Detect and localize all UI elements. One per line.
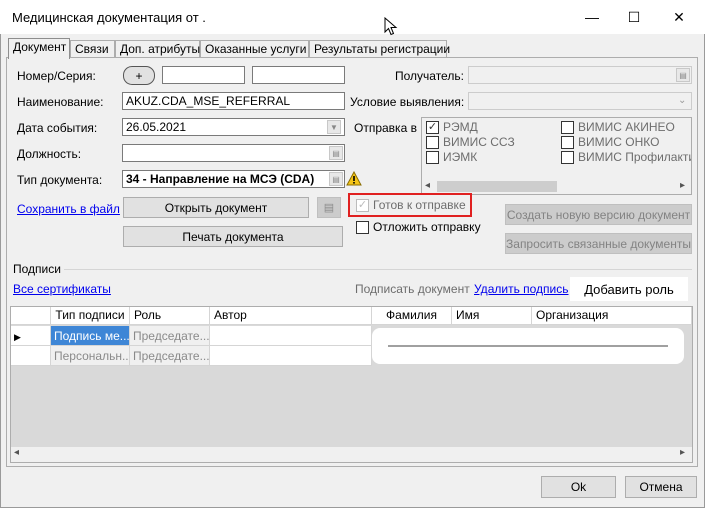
ok-button[interactable]: Ok	[541, 476, 616, 498]
name-label: Наименование:	[17, 95, 104, 109]
col-organization[interactable]: Организация	[532, 307, 692, 325]
table-cell-role[interactable]: Председате...	[130, 346, 210, 366]
delete-signature-link[interactable]: Удалить подпись	[474, 282, 569, 296]
window-title: Медицинская документация от .	[12, 10, 206, 25]
maximize-icon: ☐	[627, 8, 641, 25]
position-label: Должность:	[17, 147, 82, 161]
tab-document[interactable]: Документ	[8, 38, 70, 59]
send-target-ssz-label: ВИМИС ССЗ	[443, 135, 515, 149]
current-row-icon: ▶	[14, 332, 21, 342]
recipient-field[interactable]	[468, 66, 692, 84]
chevron-down-icon: ⌄	[678, 95, 687, 106]
send-target-prof-label: ВИМИС Профилактик	[578, 150, 691, 164]
tab-extra-attributes[interactable]: Доп. атрибуты	[115, 40, 200, 58]
grid-header: Тип подписи Роль Автор Фамилия Имя Орган…	[11, 307, 692, 325]
redacted-area	[372, 328, 684, 364]
table-cell-role[interactable]: Председате...	[130, 326, 210, 346]
grid-scrollbar[interactable]: ◂ ▸	[11, 447, 692, 462]
condition-label: Условие выявления:	[350, 95, 465, 109]
doctype-field[interactable]: 34 - Направление на МСЭ (CDA)	[122, 170, 345, 188]
date-dropdown-icon[interactable]: ▼	[327, 120, 341, 134]
grid-scroll-right-icon[interactable]: ▸	[680, 447, 685, 458]
table-cell-author[interactable]	[210, 346, 372, 366]
recipient-label: Получатель:	[395, 69, 464, 83]
add-role-button[interactable]: Добавить роль	[570, 277, 688, 301]
col-first-name[interactable]: Имя	[452, 307, 532, 325]
print-document-button[interactable]: Печать документа	[123, 226, 343, 247]
grid-scroll-left-icon[interactable]: ◂	[14, 447, 19, 458]
col-role[interactable]: Роль	[130, 307, 210, 325]
send-target-onko-label: ВИМИС ОНКО	[578, 135, 660, 149]
redaction-line	[388, 345, 668, 347]
mouse-cursor-icon	[384, 17, 398, 36]
open-document-button[interactable]: Открыть документ	[123, 197, 309, 218]
send-target-akineo-checkbox[interactable]	[561, 121, 574, 134]
file-icon-button[interactable]: ▤	[317, 197, 341, 218]
date-value: 26.05.2021	[126, 120, 187, 134]
send-target-onko-checkbox[interactable]	[561, 136, 574, 149]
close-button[interactable]: ✕	[656, 0, 702, 34]
col-signature-type[interactable]: Тип подписи	[51, 307, 130, 325]
position-picker-icon[interactable]: ▤	[329, 146, 343, 160]
postpone-send-checkbox[interactable]	[356, 221, 369, 234]
position-field[interactable]	[122, 144, 345, 162]
doctype-value: 34 - Направление на МСЭ (CDA)	[126, 172, 315, 186]
scroll-left-icon[interactable]: ◂	[425, 180, 430, 191]
close-icon: ✕	[673, 8, 685, 25]
series-field[interactable]	[252, 66, 345, 84]
number-field[interactable]	[162, 66, 245, 84]
tab-services[interactable]: Оказанные услуги	[200, 40, 309, 58]
ready-to-send-checkbox[interactable]: ✓	[356, 199, 369, 212]
row-selector[interactable]: ▶	[11, 326, 51, 346]
scroll-right-icon[interactable]: ▸	[680, 180, 685, 191]
signatures-grid: Тип подписи Роль Автор Фамилия Имя Орган…	[10, 306, 693, 463]
row-selector[interactable]	[11, 346, 51, 366]
recipient-picker-icon[interactable]: ▤	[676, 68, 690, 82]
cancel-button[interactable]: Отмена	[625, 476, 697, 498]
save-to-file-link[interactable]: Сохранить в файл	[17, 202, 120, 216]
number-label: Номер/Серия:	[17, 69, 96, 83]
divider	[64, 269, 692, 270]
doctype-picker-icon[interactable]: ▤	[329, 172, 343, 186]
postpone-send-label: Отложить отправку	[373, 220, 481, 234]
doctype-label: Тип документа:	[17, 173, 103, 187]
table-cell-type[interactable]: Персональн...	[51, 346, 130, 366]
add-number-button[interactable]: +	[123, 66, 155, 85]
ready-to-send-label: Готов к отправке	[373, 198, 466, 212]
minimize-icon: —	[585, 9, 599, 25]
date-label: Дата события:	[17, 121, 98, 135]
table-cell-author[interactable]	[210, 326, 372, 346]
request-linked-button[interactable]: Запросить связанные документы	[505, 233, 692, 254]
minimize-button[interactable]: —	[569, 0, 615, 34]
file-icon: ▤	[323, 202, 335, 214]
signatures-title: Подписи	[13, 262, 61, 276]
condition-select[interactable]	[468, 92, 692, 110]
warning-icon	[346, 171, 362, 186]
send-target-ssz-checkbox[interactable]	[426, 136, 439, 149]
row-header-corner	[11, 307, 51, 325]
send-target-iemk-checkbox[interactable]	[426, 151, 439, 164]
tab-registration-results[interactable]: Результаты регистрации	[309, 40, 450, 58]
table-cell-type[interactable]: Подпись ме...	[51, 326, 130, 346]
scrollbar-thumb[interactable]	[437, 181, 557, 192]
date-field[interactable]: 26.05.2021	[122, 118, 345, 136]
maximize-button[interactable]: ☐	[611, 0, 657, 34]
send-target-iemk-label: ИЭМК	[443, 150, 478, 164]
tab-links[interactable]: Связи	[70, 40, 115, 58]
plus-icon: +	[135, 68, 143, 83]
send-target-akineo-label: ВИМИС АКИНЕО	[578, 120, 675, 134]
send-target-remd-label: РЭМД	[443, 120, 478, 134]
send-target-prof-checkbox[interactable]	[561, 151, 574, 164]
name-field[interactable]: AKUZ.CDA_MSE_REFERRAL	[122, 92, 345, 110]
send-to-label: Отправка в	[354, 121, 417, 135]
create-version-button[interactable]: Создать новую версию документ	[505, 204, 692, 225]
col-author[interactable]: Автор	[210, 307, 372, 325]
col-last-name[interactable]: Фамилия	[372, 307, 452, 325]
sign-document-link[interactable]: Подписать документ	[355, 282, 470, 296]
send-target-remd-checkbox[interactable]: ✓	[426, 121, 439, 134]
title-bar: Медицинская документация от . — ☐ ✕	[0, 0, 705, 34]
all-certificates-link[interactable]: Все сертификаты	[13, 282, 111, 296]
